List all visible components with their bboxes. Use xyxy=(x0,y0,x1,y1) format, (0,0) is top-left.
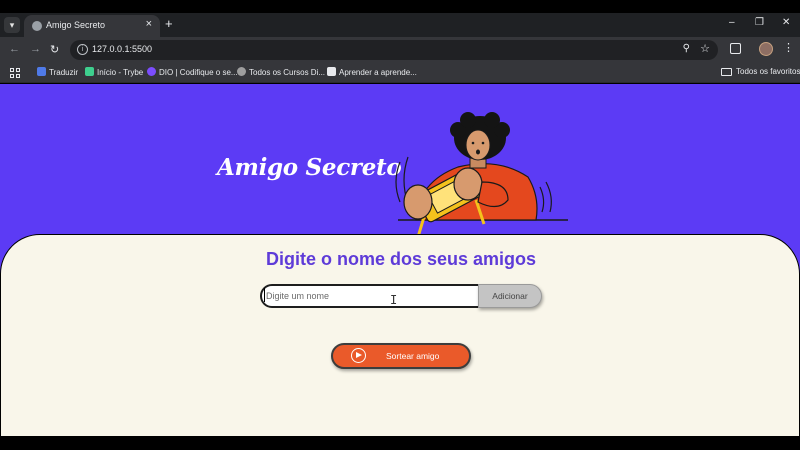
apps-grid-icon[interactable] xyxy=(10,68,20,78)
bookmark-cursos[interactable]: Todos os Cursos Di... xyxy=(237,67,325,77)
tab-title: Amigo Secreto xyxy=(46,20,106,30)
browser-titlebar: ▾ Amigo Secreto × + – ❐ ✕ xyxy=(0,13,800,37)
bookmark-traduzir[interactable]: Traduzir xyxy=(37,67,78,77)
add-friend-button[interactable]: Adicionar xyxy=(478,284,542,308)
minimize-icon[interactable]: – xyxy=(729,17,735,28)
bookmark-star-icon[interactable]: ☆ xyxy=(700,42,710,55)
page-viewport: Amigo Secreto Digite o nome dos seus ami… xyxy=(0,84,800,436)
browser-toolbar: ← → ↻ i 127.0.0.1:5500 ⚲ ☆ ⋮ xyxy=(0,37,800,63)
taskbar xyxy=(0,436,800,450)
translate-icon xyxy=(37,67,46,76)
browser-tab[interactable]: Amigo Secreto × xyxy=(24,15,160,37)
extensions-icon[interactable] xyxy=(730,43,741,54)
text-cursor-icon: I xyxy=(390,293,398,307)
back-icon[interactable]: ← xyxy=(9,43,20,55)
restore-icon[interactable]: ❐ xyxy=(755,17,764,28)
hero-title: Amigo Secreto xyxy=(217,154,402,181)
address-bar[interactable]: i 127.0.0.1:5500 ⚲ ☆ xyxy=(70,40,718,60)
friend-name-input[interactable] xyxy=(260,284,480,308)
bookmark-dio[interactable]: DIO | Codifique o se... xyxy=(147,67,238,77)
globe-icon xyxy=(32,21,42,31)
bookmark-aprender[interactable]: Aprender a aprende... xyxy=(327,67,417,77)
zoom-icon[interactable]: ⚲ xyxy=(683,43,690,54)
url-text[interactable]: 127.0.0.1:5500 xyxy=(92,44,152,54)
reload-icon[interactable]: ↻ xyxy=(50,43,59,56)
draw-friend-button[interactable]: Sortear amigo xyxy=(331,343,471,369)
person-with-game-console-illustration xyxy=(395,112,568,237)
input-caret xyxy=(264,288,265,302)
new-tab-icon[interactable]: + xyxy=(165,16,173,31)
dio-icon xyxy=(147,67,156,76)
screen: ▾ Amigo Secreto × + – ❐ ✕ ← → ↻ i 127.0.… xyxy=(0,0,800,450)
close-window-icon[interactable]: ✕ xyxy=(782,17,790,28)
trybe-icon xyxy=(85,67,94,76)
close-tab-icon[interactable]: × xyxy=(146,18,152,30)
bookmark-trybe[interactable]: Início - Trybe xyxy=(85,67,143,77)
tab-search-chevron-icon[interactable]: ▾ xyxy=(4,17,20,33)
profile-avatar[interactable] xyxy=(759,42,773,56)
all-favorites[interactable]: Todos os favoritos xyxy=(736,67,800,76)
courses-icon xyxy=(237,67,246,76)
draw-friend-label: Sortear amigo xyxy=(386,351,440,361)
site-info-icon[interactable]: i xyxy=(77,44,88,55)
section-subtitle: Digite o nome dos seus amigos xyxy=(265,249,537,269)
forward-icon[interactable]: → xyxy=(30,43,41,55)
main-card: Digite o nome dos seus amigos Adicionar … xyxy=(0,234,800,436)
coursera-icon xyxy=(327,67,336,76)
browser-menu-icon[interactable]: ⋮ xyxy=(783,41,794,54)
bookmarks-bar: Traduzir Início - Trybe DIO | Codifique … xyxy=(0,63,800,83)
play-icon xyxy=(351,348,366,363)
folder-icon xyxy=(721,68,732,76)
